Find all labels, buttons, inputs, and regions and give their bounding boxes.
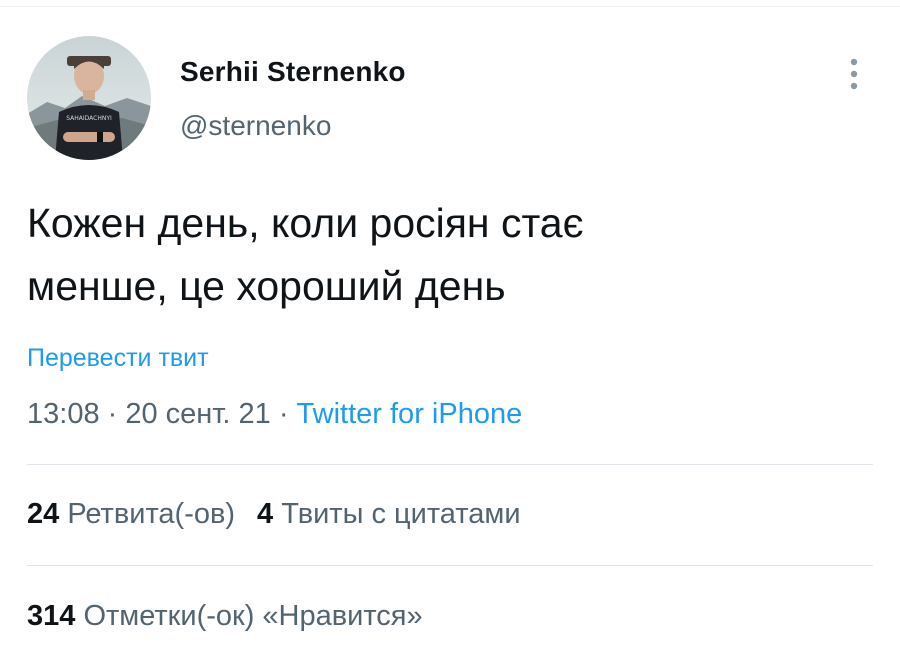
user-handle[interactable]: @sternenko: [180, 110, 331, 142]
meta-separator: ·: [270, 398, 297, 430]
likes-count: 314: [27, 600, 76, 632]
quotes-label: Твиты с цитатами: [281, 498, 521, 530]
quotes-stat[interactable]: 4 Твиты с цитатами: [257, 498, 520, 530]
more-vertical-icon: [850, 58, 858, 90]
tweet-date[interactable]: 20 сент. 21: [125, 398, 270, 430]
meta-separator: ·: [99, 398, 126, 430]
likes-label: Отметки(-ок) «Нравится»: [83, 600, 423, 632]
tweet-metadata: 13:08 · 20 сент. 21 · Twitter for iPhone: [27, 398, 522, 431]
likes-stat[interactable]: 314 Отметки(-ок) «Нравится»: [27, 600, 423, 632]
likes-stats: 314 Отметки(-ок) «Нравится»: [27, 600, 423, 633]
engagement-stats: 24 Ретвита(-ов) 4 Твиты с цитатами: [27, 498, 521, 531]
tweet-source-link[interactable]: Twitter for iPhone: [297, 398, 523, 430]
svg-text:SAHAIDACHNYI: SAHAIDACHNYI: [66, 115, 112, 122]
tweet-text-line: менше, це хороший день: [27, 263, 506, 309]
divider: [27, 565, 873, 566]
translate-tweet-link[interactable]: Перевести твит: [27, 344, 209, 373]
tweet-text-line: Кожен день, коли росіян стає: [27, 200, 584, 246]
profile-photo-icon: SAHAIDACHNYI: [27, 36, 151, 160]
tweet-time[interactable]: 13:08: [27, 398, 100, 430]
avatar[interactable]: SAHAIDACHNYI: [27, 36, 151, 160]
quotes-count: 4: [257, 498, 274, 530]
divider: [27, 464, 873, 465]
display-name[interactable]: Serhii Sternenko: [180, 56, 406, 88]
retweets-label: Ретвита(-ов): [67, 498, 236, 530]
more-options-button[interactable]: [836, 54, 872, 94]
tweet-text: Кожен день, коли росіян стає менше, це х…: [27, 192, 867, 318]
retweets-count: 24: [27, 498, 60, 530]
top-divider: [0, 6, 900, 7]
retweets-stat[interactable]: 24 Ретвита(-ов): [27, 498, 235, 530]
